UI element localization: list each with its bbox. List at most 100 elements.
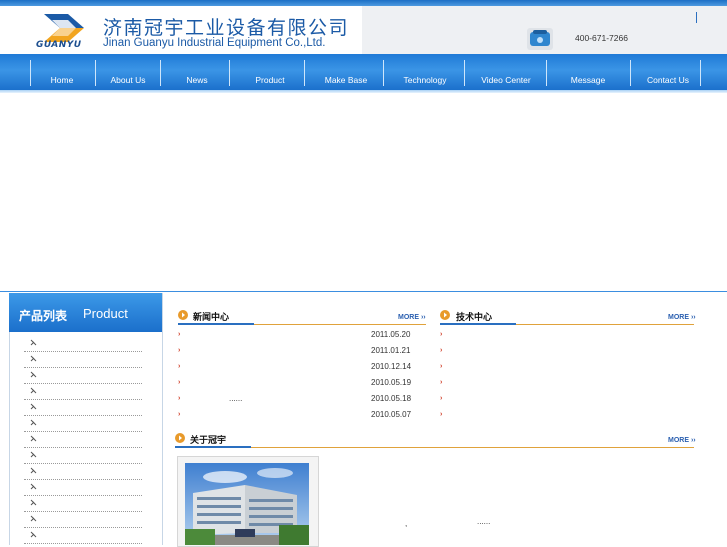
product-arrow-icon [30, 371, 37, 378]
news-item[interactable]: › 2010.05.07 [178, 407, 426, 423]
news-item-date: 2010.12.14 [371, 362, 412, 371]
product-sidebar-title-en: Product [83, 306, 128, 321]
banner-area [0, 93, 727, 291]
news-rule [254, 324, 426, 325]
tech-arrow-icon: › [440, 347, 443, 354]
product-list-item[interactable] [24, 480, 142, 496]
tech-rule [516, 324, 694, 325]
news-item[interactable]: ›...... 2010.05.18 [178, 391, 426, 407]
product-list-item[interactable] [24, 352, 142, 368]
news-item[interactable]: › 2010.12.14 [178, 359, 426, 375]
logo-wordmark: GUANYU [36, 40, 82, 50]
about-rule [251, 447, 694, 448]
about-text-b: ...... [477, 517, 491, 526]
product-arrow-icon [30, 451, 37, 458]
news-title-underline [178, 323, 254, 325]
product-arrow-icon [30, 483, 37, 490]
nav-video-center[interactable]: Video Center [481, 75, 530, 85]
tech-item[interactable]: › [440, 407, 694, 423]
tech-arrow-icon: › [440, 395, 443, 402]
product-arrow-icon [30, 419, 37, 426]
product-list-item[interactable] [24, 512, 142, 528]
product-list-item[interactable] [24, 448, 142, 464]
about-more-link[interactable]: MORE ›› [668, 437, 696, 444]
news-item[interactable]: › 2011.01.21 [178, 343, 426, 359]
nav-news[interactable]: News [186, 75, 207, 85]
product-list-item[interactable] [24, 528, 142, 544]
tech-more-link[interactable]: MORE ›› [668, 314, 696, 321]
product-arrow-icon [30, 467, 37, 474]
nav-separator [95, 60, 96, 86]
nav-home[interactable]: Home [51, 75, 74, 85]
tech-bullet-icon [440, 310, 450, 320]
nav-separator [546, 60, 547, 86]
news-bullet-icon [178, 310, 188, 320]
news-arrow-icon: › [178, 411, 181, 418]
nav-separator [383, 60, 384, 86]
about-section-title: 关于冠宇 [190, 436, 227, 446]
news-arrow-icon: › [178, 379, 181, 386]
nav-separator [229, 60, 230, 86]
nav-separator [630, 60, 631, 86]
news-item[interactable]: › 2010.05.19 [178, 375, 426, 391]
nav-technology[interactable]: Technology [403, 75, 446, 85]
product-arrow-icon [30, 387, 37, 394]
header-divider [696, 12, 697, 23]
product-list-item[interactable] [24, 400, 142, 416]
tech-arrow-icon: › [440, 331, 443, 338]
about-bullet-icon [175, 433, 185, 443]
nav-about-us[interactable]: About Us [111, 75, 146, 85]
nav-contact-us[interactable]: Contact Us [647, 75, 689, 85]
product-list-item[interactable] [24, 416, 142, 432]
nav-product[interactable]: Product [255, 75, 284, 85]
company-name-en: Jinan Guanyu Industrial Equipment Co.,Lt… [103, 37, 326, 49]
news-arrow-icon: › [178, 363, 181, 370]
about-title-underline [175, 446, 251, 448]
tech-item[interactable]: › [440, 391, 694, 407]
product-list-item[interactable] [24, 432, 142, 448]
nav-message[interactable]: Message [571, 75, 606, 85]
product-arrow-icon [30, 531, 37, 538]
nav-separator [304, 60, 305, 86]
phone-number: 400-671-7266 [575, 33, 628, 43]
news-item-date: 2011.01.21 [371, 346, 411, 355]
product-arrow-icon [30, 499, 37, 506]
product-list-item[interactable] [24, 384, 142, 400]
phone-icon [527, 28, 553, 50]
header: GUANYU 济南冠宇工业设备有限公司 Jinan Guanyu Industr… [0, 6, 727, 54]
news-item-date: 2010.05.18 [371, 394, 412, 403]
product-sidebar-title-cn: 产品列表 [19, 309, 68, 323]
tech-arrow-icon: › [440, 411, 443, 418]
company-name-cn: 济南冠宇工业设备有限公司 [103, 17, 350, 39]
product-arrow-icon [30, 339, 37, 346]
product-arrow-icon [30, 403, 37, 410]
product-list-item[interactable] [24, 336, 142, 352]
nav-separator [160, 60, 161, 86]
news-arrow-icon: › [178, 347, 181, 354]
product-list-item[interactable] [24, 496, 142, 512]
nav-separator [30, 60, 31, 86]
nav-separator [700, 60, 701, 86]
news-item-date: 2010.05.19 [371, 378, 412, 387]
banner-divider [0, 291, 727, 292]
tech-arrow-icon: › [440, 363, 443, 370]
nav-separator [464, 60, 465, 86]
product-arrow-icon [30, 435, 37, 442]
news-item[interactable]: › 2011.05.20 [178, 327, 426, 343]
tech-item[interactable]: › [440, 327, 694, 343]
tech-item[interactable]: › [440, 375, 694, 391]
about-text-a: , [405, 519, 408, 528]
nav-make-base[interactable]: Make Base [325, 75, 368, 85]
product-list-item[interactable] [24, 368, 142, 384]
tech-item[interactable]: › [440, 359, 694, 375]
product-arrow-icon [30, 515, 37, 522]
product-list-item[interactable] [24, 464, 142, 480]
news-more-link[interactable]: MORE ›› [398, 314, 426, 321]
news-item-date: 2011.05.20 [371, 330, 411, 339]
tech-item[interactable]: › [440, 343, 694, 359]
tech-title-underline [440, 323, 516, 325]
news-section-title: 新闻中心 [193, 313, 230, 323]
factory-photo[interactable] [185, 463, 309, 545]
tech-arrow-icon: › [440, 379, 443, 386]
product-arrow-icon [30, 355, 37, 362]
